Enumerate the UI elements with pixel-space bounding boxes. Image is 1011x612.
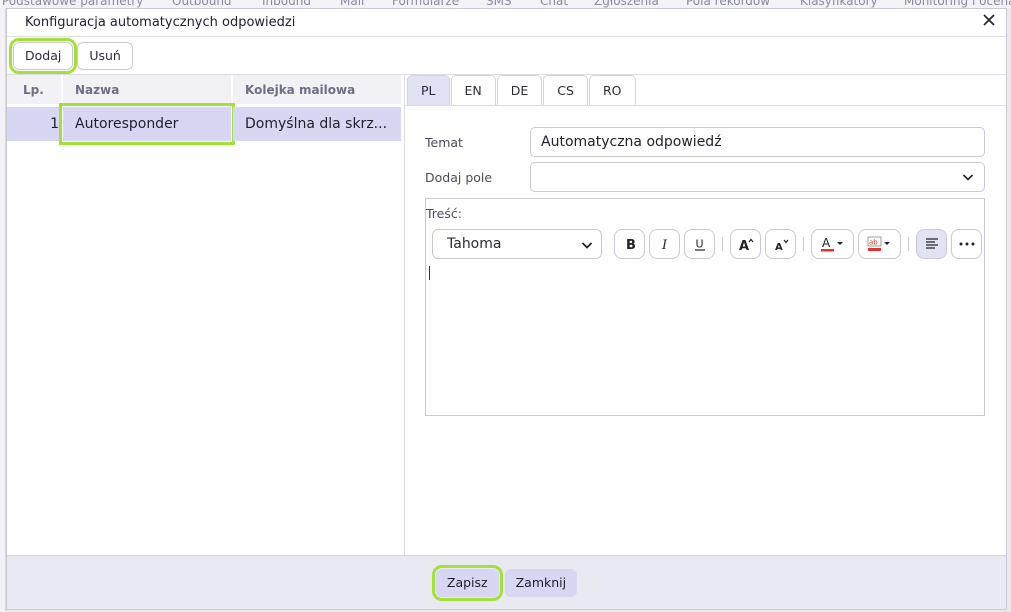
svg-text:B: B [626, 238, 636, 251]
dialog-content: Lp. Nazwa Kolejka mailowa 1 Autoresponde… [7, 75, 1006, 555]
italic-button[interactable]: I [649, 229, 680, 259]
add-field-select[interactable] [530, 162, 985, 192]
dialog-titlebar: Konfiguracja automatycznych odpowiedzi [7, 9, 1006, 37]
cell-kolejka: Domyślna dla skrz... [233, 107, 401, 141]
bold-button[interactable]: B [614, 229, 645, 259]
svg-text:U: U [695, 238, 703, 251]
save-button[interactable]: Zapisz [431, 564, 503, 601]
text-cursor [429, 266, 430, 280]
toolbar-separator [908, 237, 909, 251]
bg-tab: Zgłoszenia [594, 0, 659, 8]
bg-tab: Formularze [392, 0, 460, 8]
dialog-toolbar: Dodaj Usuń [7, 37, 1006, 75]
tab-cs[interactable]: CS [543, 75, 588, 105]
subject-input[interactable]: Automatyczna odpowiedź [530, 127, 985, 157]
background-tabs-strip: Podstawowe parametry Outbound Inbound Ma… [0, 0, 1011, 8]
bold-icon: B [626, 238, 636, 251]
dialog-title: Konfiguracja automatycznych odpowiedzi [25, 15, 296, 30]
add-button[interactable]: Dodaj [8, 37, 78, 74]
autoresponder-list: Lp. Nazwa Kolejka mailowa 1 Autoresponde… [7, 75, 405, 555]
text-color-button[interactable]: A [811, 229, 854, 259]
bg-tab: SMS [486, 0, 512, 8]
dialog-footer: Zapisz Zamknij [7, 555, 1006, 609]
svg-text:A: A [775, 242, 783, 251]
highlight-color-icon: ab [867, 236, 890, 251]
tab-pl[interactable]: PL [407, 75, 450, 105]
toolbar-separator [803, 237, 804, 251]
svg-text:A: A [822, 236, 831, 250]
font-size-increase-icon: A [739, 238, 753, 251]
auto-reply-config-dialog: Konfiguracja automatycznych odpowiedzi D… [6, 8, 1007, 610]
svg-text:I: I [661, 238, 668, 251]
subject-value: Automatyczna odpowiedź [541, 134, 722, 150]
body-label: Treść: [426, 206, 462, 221]
more-options-button[interactable] [951, 229, 982, 259]
italic-icon: I [661, 238, 668, 251]
svg-text:ab: ab [869, 239, 878, 247]
font-size-decrease-button[interactable]: A [765, 229, 796, 259]
font-family-value: Tahoma [447, 236, 502, 252]
column-header-nazwa[interactable]: Nazwa [63, 75, 231, 104]
align-left-icon [925, 238, 938, 249]
text-color-icon: A [820, 236, 843, 252]
subject-label: Temat [425, 134, 463, 150]
close-button[interactable]: Zamknij [504, 568, 578, 597]
language-tabs: PL EN DE CS RO [405, 75, 1006, 106]
tab-en[interactable]: EN [450, 75, 496, 105]
rich-text-editor[interactable]: Treść: Tahoma B I U A A A ab [425, 198, 985, 416]
bg-tab: Inbound [262, 0, 311, 8]
table-header: Lp. Nazwa Kolejka mailowa [7, 75, 404, 104]
close-icon[interactable] [980, 13, 998, 31]
editor-toolbar: Tahoma B I U A A A ab [432, 229, 982, 259]
align-left-button[interactable] [916, 229, 947, 259]
cell-nazwa[interactable]: Autoresponder [59, 103, 235, 145]
more-icon [959, 242, 974, 246]
font-family-select[interactable]: Tahoma [432, 229, 602, 259]
chevron-down-icon [962, 174, 974, 181]
chevron-down-icon [581, 242, 593, 249]
template-editor-pane: PL EN DE CS RO Temat Automatyczna odpowi… [405, 75, 1006, 555]
remove-button[interactable]: Usuń [77, 41, 133, 70]
column-header-lp[interactable]: Lp. [7, 75, 61, 104]
bg-tab: Klasyfikatory [800, 0, 878, 8]
tab-ro[interactable]: RO [588, 75, 636, 105]
bg-tab: Monitoring i ocena [904, 0, 1011, 8]
bg-tab: Chat [540, 0, 569, 8]
underline-button[interactable]: U [684, 229, 715, 259]
underline-icon: U [694, 238, 705, 251]
bg-tab: Outbound [172, 0, 232, 8]
toolbar-separator [722, 237, 723, 251]
column-header-kolejka[interactable]: Kolejka mailowa [233, 75, 401, 104]
add-field-label: Dodaj pole [425, 169, 493, 185]
font-size-increase-button[interactable]: A [730, 229, 761, 259]
bg-tab: Podstawowe parametry [2, 0, 144, 8]
bg-tab: Mail [340, 0, 365, 8]
bg-tab: Pola rekordów [686, 0, 771, 8]
table-row[interactable]: 1 Autoresponder Domyślna dla skrz... [7, 103, 404, 145]
font-size-decrease-icon: A [775, 239, 788, 251]
template-form: Temat Automatyczna odpowiedź Dodaj pole [425, 127, 985, 197]
highlight-color-button[interactable]: ab [858, 229, 901, 259]
cell-lp: 1 [7, 107, 61, 141]
tab-de[interactable]: DE [496, 75, 543, 105]
svg-text:A: A [739, 239, 749, 251]
